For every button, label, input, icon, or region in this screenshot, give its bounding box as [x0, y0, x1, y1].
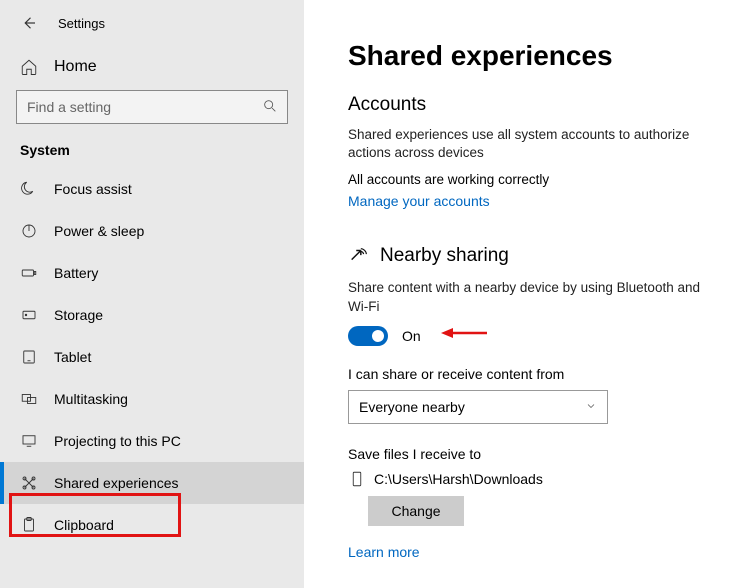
search-wrap [16, 90, 288, 124]
page-title: Shared experiences [348, 40, 710, 72]
sidebar-item-storage[interactable]: Storage [0, 294, 304, 336]
category-heading: System [0, 142, 304, 168]
change-button[interactable]: Change [368, 496, 464, 526]
storage-icon [20, 306, 38, 324]
sidebar-item-label: Power & sleep [54, 223, 144, 239]
search-icon [262, 98, 278, 114]
sidebar-item-power-sleep[interactable]: Power & sleep [0, 210, 304, 252]
nearby-sharing-toggle[interactable] [348, 326, 388, 346]
learn-more-link[interactable]: Learn more [348, 544, 420, 560]
home-icon [20, 58, 38, 76]
sidebar-item-label: Multitasking [54, 391, 128, 407]
nearby-desc: Share content with a nearby device by us… [348, 279, 710, 315]
sidebar-item-shared-experiences[interactable]: Shared experiences [0, 462, 304, 504]
shared-experiences-icon [20, 474, 38, 492]
search-input[interactable] [16, 90, 288, 124]
app-title: Settings [58, 16, 105, 31]
device-icon [348, 470, 366, 488]
back-icon[interactable] [20, 14, 38, 32]
sidebar-item-label: Projecting to this PC [54, 433, 181, 449]
sidebar-item-clipboard[interactable]: Clipboard [0, 504, 304, 546]
share-from-select[interactable]: Everyone nearby [348, 390, 608, 424]
multitasking-icon [20, 390, 38, 408]
power-icon [20, 222, 38, 240]
annotation-arrow [441, 326, 487, 345]
sidebar-item-label: Tablet [54, 349, 91, 365]
tablet-icon [20, 348, 38, 366]
sidebar-item-battery[interactable]: Battery [0, 252, 304, 294]
sidebar: Settings Home System Focus assist Power … [0, 0, 304, 588]
main-content: Shared experiences Accounts Shared exper… [304, 0, 734, 588]
sidebar-item-projecting[interactable]: Projecting to this PC [0, 420, 304, 462]
sidebar-item-multitasking[interactable]: Multitasking [0, 378, 304, 420]
sidebar-item-label: Focus assist [54, 181, 132, 197]
sidebar-item-label: Shared experiences [54, 475, 179, 491]
manage-accounts-link[interactable]: Manage your accounts [348, 193, 490, 209]
sidebar-item-home[interactable]: Home [0, 50, 304, 90]
sidebar-item-label: Battery [54, 265, 98, 281]
sidebar-item-label: Storage [54, 307, 103, 323]
save-to-label: Save files I receive to [348, 446, 710, 462]
save-path: C:\Users\Harsh\Downloads [374, 471, 543, 487]
accounts-heading: Accounts [348, 94, 710, 116]
sidebar-item-label: Home [54, 58, 97, 76]
sidebar-item-focus-assist[interactable]: Focus assist [0, 168, 304, 210]
nearby-sharing-icon [348, 245, 370, 267]
toggle-state-label: On [402, 328, 421, 344]
nearby-heading: Nearby sharing [380, 245, 509, 267]
select-value: Everyone nearby [359, 399, 465, 415]
projecting-icon [20, 432, 38, 450]
sidebar-item-label: Clipboard [54, 517, 114, 533]
battery-icon [20, 264, 38, 282]
chevron-down-icon [585, 399, 597, 415]
moon-icon [20, 180, 38, 198]
accounts-status: All accounts are working correctly [348, 172, 710, 187]
clipboard-icon [20, 516, 38, 534]
accounts-desc: Shared experiences use all system accoun… [348, 126, 710, 162]
sidebar-item-tablet[interactable]: Tablet [0, 336, 304, 378]
share-from-label: I can share or receive content from [348, 366, 710, 382]
